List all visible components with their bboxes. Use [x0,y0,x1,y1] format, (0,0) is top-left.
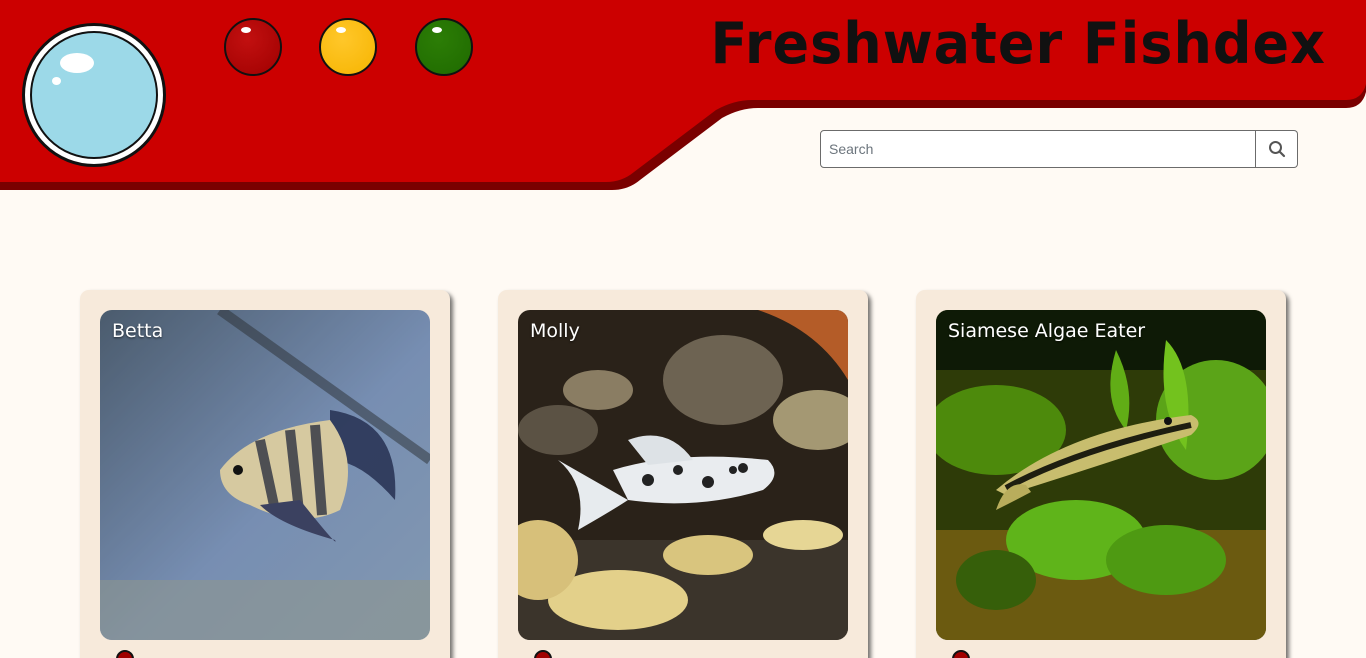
card-indicator-icon [534,650,552,658]
search-icon [1268,141,1285,158]
fish-card-siamese-algae-eater[interactable]: Siamese Algae Eater [916,290,1286,658]
card-indicator-icon [952,650,970,658]
card-indicator-icon [116,650,134,658]
yellow-light-icon [319,18,377,76]
search-input[interactable] [820,130,1256,168]
red-light-icon [224,18,282,76]
fish-photo: Siamese Algae Eater [936,310,1266,640]
fish-name: Molly [530,320,580,342]
green-light-icon [415,18,473,76]
fish-photo: Betta [100,310,430,640]
fish-name: Betta [112,320,164,342]
fish-card-molly[interactable]: Molly [498,290,868,658]
fish-name: Siamese Algae Eater [948,320,1146,342]
fishdex-page: Freshwater Fishdex Search Betta Molly Si… [0,0,1366,658]
app-title: Freshwater Fishdex [710,10,1326,77]
lens-icon [22,23,166,167]
fish-photo: Molly [518,310,848,640]
fish-card-betta[interactable]: Betta [80,290,450,658]
search-bar [820,130,1298,168]
search-button[interactable] [1256,130,1298,168]
